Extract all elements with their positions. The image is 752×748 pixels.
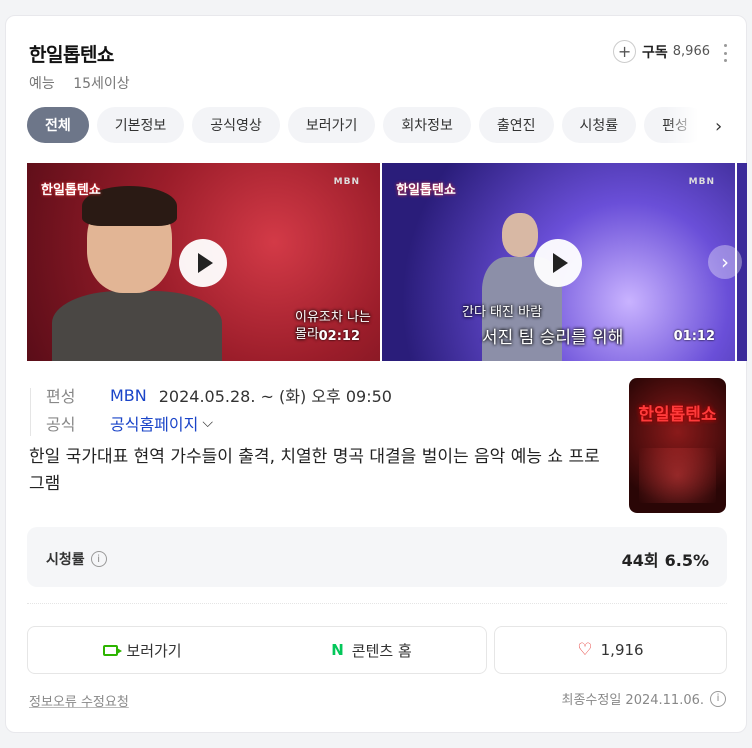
tab-basic-info[interactable]: 기본정보 xyxy=(96,107,185,143)
video-broadcaster: MBN xyxy=(333,177,360,187)
airtime-text: 2024.05.28. ~ (화) 오후 09:50 xyxy=(158,387,392,406)
poster-glow xyxy=(639,448,716,503)
divider xyxy=(30,388,31,436)
program-title[interactable]: 한일톱텐쇼 xyxy=(29,40,114,67)
tab-bar: 전체 기본정보 공식영상 보러가기 회차정보 출연진 시청률 편성 xyxy=(27,107,717,145)
chevron-right-icon[interactable]: › xyxy=(715,116,722,137)
subscribe-button[interactable]: + 구독 8,966 xyxy=(613,40,710,63)
ratings-label-group: 시청률 i xyxy=(46,549,107,569)
tab-ratings[interactable]: 시청률 xyxy=(561,107,637,143)
naver-n-icon: N xyxy=(331,641,344,659)
video-subtitle: 서진 팀 승리를 위해 xyxy=(482,328,624,348)
content-home-label: 콘텐츠 홈 xyxy=(351,641,412,660)
video-subtitle-top: 간다 태진 바람 xyxy=(462,305,543,320)
ratings-percent: 6.5% xyxy=(664,551,709,570)
broadcaster-link[interactable]: MBN xyxy=(110,386,147,405)
report-error-link[interactable]: 정보오류 수정요청 xyxy=(29,691,129,710)
video-thumbnail[interactable]: 한일톱텐쇼 MBN 이유조차 나는 몰라 02:12 xyxy=(27,163,380,361)
schedule-row: 편성 MBN 2024.05.28. ~ (화) 오후 09:50 xyxy=(46,383,392,407)
subscribe-count: 8,966 xyxy=(672,44,710,59)
official-homepage-link[interactable]: 공식홈페이지 xyxy=(110,411,198,435)
tab-official-video[interactable]: 공식영상 xyxy=(192,107,280,143)
info-icon[interactable]: i xyxy=(710,690,726,707)
heart-icon: ♡ xyxy=(577,640,593,660)
divider xyxy=(27,603,727,604)
play-icon[interactable] xyxy=(534,239,582,287)
play-icon[interactable] xyxy=(179,239,227,287)
subscribe-label: 구독 xyxy=(642,44,668,61)
action-bar: 보러가기 N 콘텐츠 홈 xyxy=(27,626,487,674)
video-duration: 02:12 xyxy=(318,329,360,344)
official-row: 공식 공식홈페이지 ⌵ xyxy=(46,411,213,435)
chevron-down-icon[interactable]: ⌵ xyxy=(202,415,213,431)
official-label: 공식 xyxy=(46,415,76,434)
program-card: 한일톱텐쇼 예능 15세이상 + 구독 8,966 전체 기본정보 공식영상 보… xyxy=(5,15,747,733)
poster-title: 한일톱텐쇼 xyxy=(638,405,717,425)
video-broadcaster: MBN xyxy=(688,177,715,187)
video-icon xyxy=(103,644,123,656)
info-icon[interactable]: i xyxy=(90,551,107,567)
genre-label: 예능 xyxy=(29,76,55,92)
ratings-value: 44회 6.5% xyxy=(622,547,709,571)
ratings-episode: 44회 xyxy=(621,551,659,570)
ratings-label: 시청률 xyxy=(46,552,85,568)
program-description: 한일 국가대표 현역 가수들이 출격, 치열한 명곡 대결을 벌이는 음악 예능… xyxy=(29,447,600,494)
tabs-fade xyxy=(666,107,720,145)
tab-all[interactable]: 전체 xyxy=(27,107,89,143)
age-rating-label: 15세이상 xyxy=(73,76,130,92)
watch-button[interactable]: 보러가기 xyxy=(28,627,257,673)
tab-cast[interactable]: 출연진 xyxy=(478,107,554,143)
watch-label: 보러가기 xyxy=(126,641,182,660)
like-count: 1,916 xyxy=(600,641,644,659)
ratings-box[interactable]: 시청률 i 44회 6.5% xyxy=(27,527,727,587)
schedule-label: 편성 xyxy=(46,387,76,406)
more-icon[interactable] xyxy=(722,44,728,62)
plus-icon: + xyxy=(613,40,637,63)
program-meta: 예능 15세이상 xyxy=(29,73,130,93)
last-updated: 최종수정일 2024.11.06. i xyxy=(561,689,726,708)
content-home-button[interactable]: N 콘텐츠 홈 xyxy=(257,627,486,673)
like-button[interactable]: ♡ 1,916 xyxy=(494,626,727,674)
tab-episode-info[interactable]: 회차정보 xyxy=(383,107,471,143)
video-logo: 한일톱텐쇼 xyxy=(41,183,101,198)
last-updated-label: 최종수정일 2024.11.06. xyxy=(561,693,705,708)
video-logo: 한일톱텐쇼 xyxy=(396,183,456,198)
video-thumbnail[interactable]: 한일톱텐쇼 MBN 간다 태진 바람 서진 팀 승리를 위해 01:12 xyxy=(382,163,735,361)
video-duration: 01:12 xyxy=(673,329,715,344)
chevron-right-icon[interactable]: › xyxy=(708,245,742,279)
program-poster[interactable]: 한일톱텐쇼 xyxy=(629,378,726,513)
tab-watch[interactable]: 보러가기 xyxy=(287,107,376,143)
